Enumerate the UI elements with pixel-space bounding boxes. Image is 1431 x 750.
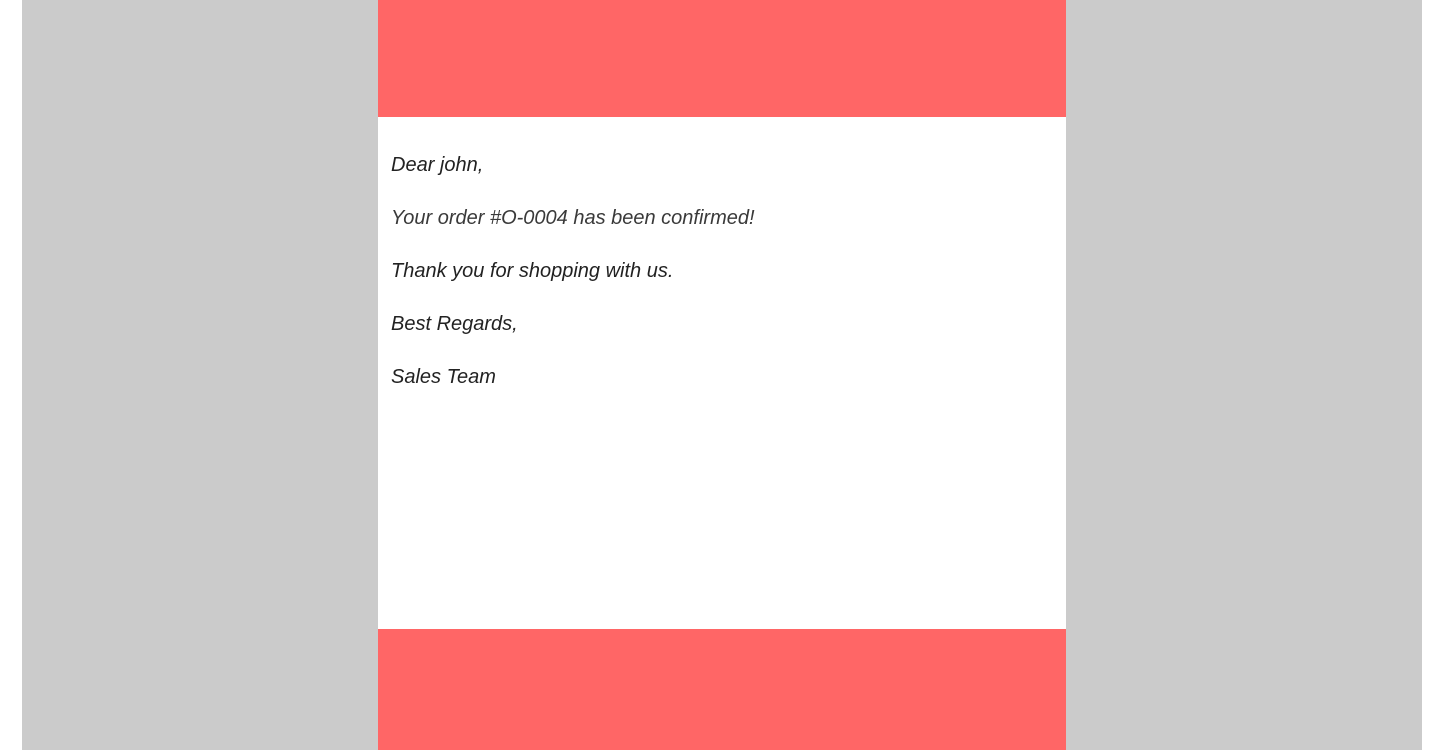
greeting-text: Dear john, bbox=[391, 154, 484, 176]
email-footer-band bbox=[378, 629, 1066, 750]
email-body: Dear john, Your order #O-0004 has been c… bbox=[378, 117, 1066, 629]
closing-text: Best Regards, bbox=[391, 313, 518, 335]
thanks-text: Thank you for shopping with us. bbox=[391, 260, 674, 282]
signature-text: Sales Team bbox=[391, 366, 496, 388]
email-header-band bbox=[378, 0, 1066, 117]
order-confirmation-text: Your order #O-0004 has been confirmed! bbox=[391, 207, 755, 229]
email-container: Dear john, Your order #O-0004 has been c… bbox=[378, 0, 1066, 750]
